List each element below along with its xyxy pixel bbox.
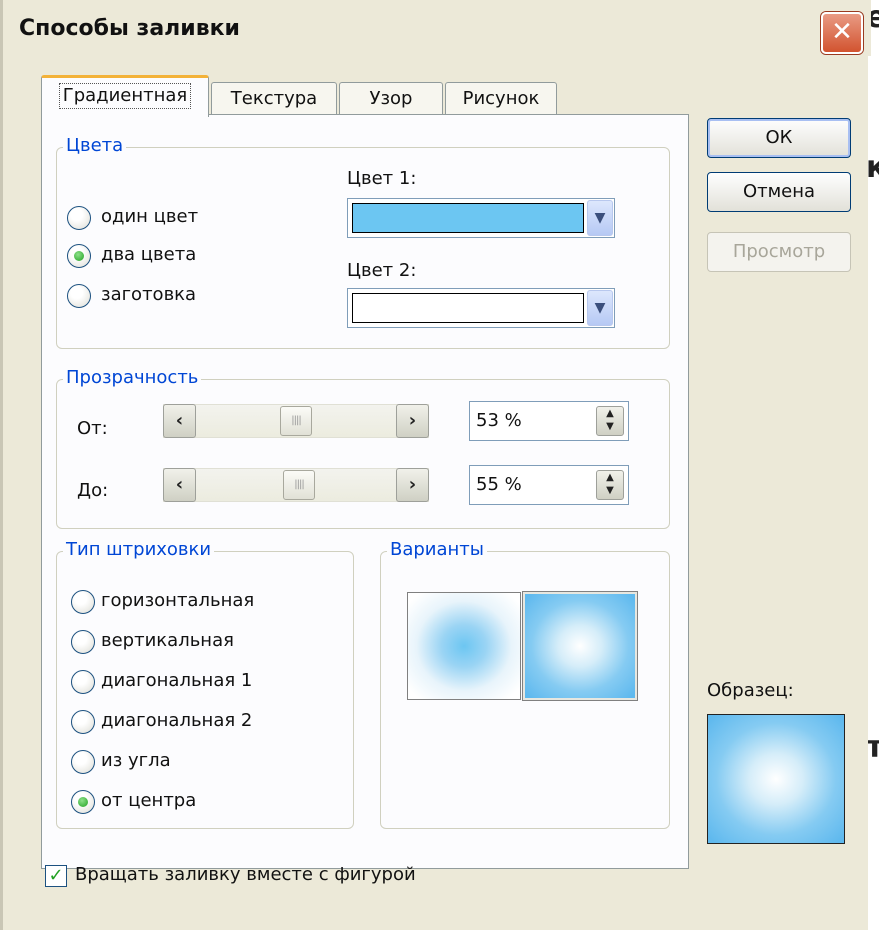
variants-legend: Варианты [387, 539, 487, 560]
tab-gradient-label: Градиентная [58, 83, 192, 109]
color2-dropdown[interactable]: ▼ [347, 288, 615, 328]
from-slider[interactable]: ‹ |||| › [163, 404, 429, 438]
tab-pattern[interactable]: Узор [339, 82, 443, 116]
radio-from-center-label[interactable]: от центра [101, 790, 196, 811]
sample-label: Образец: [707, 680, 794, 701]
dropdown-arrow-icon[interactable]: ▼ [587, 290, 613, 326]
colors-group: Цвета один цвет два цвета заготовка Цвет… [56, 135, 670, 349]
tab-gradient[interactable]: Градиентная [41, 75, 209, 117]
dropdown-arrow-icon[interactable]: ▼ [587, 200, 613, 236]
preview-button[interactable]: Просмотр [707, 232, 851, 272]
scroll-left-icon[interactable]: ‹ [163, 468, 196, 502]
radio-horizontal[interactable] [71, 590, 95, 614]
rotate-fill-label[interactable]: Вращать заливку вместе с фигурой [75, 864, 416, 885]
title-bar: Способы заливки ✕ [3, 0, 871, 56]
from-value: 53 % [476, 410, 522, 431]
color2-swatch [352, 293, 584, 323]
radio-diagonal-2-label[interactable]: диагональная 2 [101, 710, 252, 731]
to-value: 55 % [476, 474, 522, 495]
radio-horizontal-label[interactable]: горизонтальная [101, 590, 254, 611]
color1-swatch [352, 203, 584, 233]
to-label: До: [77, 480, 109, 501]
radio-two-colors-label[interactable]: два цвета [101, 244, 196, 265]
gradient-panel: Цвета один цвет два цвета заготовка Цвет… [41, 114, 689, 869]
radio-diagonal-1[interactable] [71, 670, 95, 694]
color1-label: Цвет 1: [347, 168, 417, 189]
variant-2[interactable] [523, 592, 637, 700]
spin-updown-icon[interactable]: ▲ ▼ [596, 470, 624, 500]
rotate-fill-checkbox[interactable]: ✓ [45, 865, 67, 887]
close-icon[interactable]: ✕ [821, 12, 863, 54]
from-label: От: [77, 418, 108, 439]
transparency-legend: Прозрачность [63, 367, 202, 388]
cancel-button[interactable]: Отмена [707, 172, 851, 212]
colors-legend: Цвета [63, 135, 127, 156]
radio-from-center[interactable] [71, 790, 95, 814]
color1-dropdown[interactable]: ▼ [347, 198, 615, 238]
radio-vertical[interactable] [71, 630, 95, 654]
radio-preset-label[interactable]: заготовка [101, 284, 196, 305]
checkmark-icon: ✓ [48, 865, 64, 886]
hatch-type-legend: Тип штриховки [63, 539, 215, 560]
color2-label: Цвет 2: [347, 260, 417, 281]
from-slider-thumb[interactable]: |||| [280, 406, 312, 436]
scroll-right-icon[interactable]: › [396, 404, 429, 438]
radio-preset[interactable] [67, 284, 91, 308]
to-spin-field[interactable]: 55 % ▲ ▼ [469, 465, 629, 505]
radio-one-color-label[interactable]: один цвет [101, 206, 198, 227]
radio-vertical-label[interactable]: вертикальная [101, 630, 234, 651]
scroll-left-icon[interactable]: ‹ [163, 404, 196, 438]
variants-group: Варианты [380, 539, 670, 829]
radio-one-color[interactable] [67, 206, 91, 230]
window-title: Способы заливки [19, 16, 240, 41]
fill-effects-dialog: Способы заливки ✕ Градиентная Текстура У… [0, 0, 871, 930]
spin-updown-icon[interactable]: ▲ ▼ [596, 406, 624, 436]
tab-texture[interactable]: Текстура [211, 82, 337, 116]
radio-diagonal-1-label[interactable]: диагональная 1 [101, 670, 252, 691]
radio-from-corner[interactable] [71, 750, 95, 774]
variant-1[interactable] [407, 592, 521, 700]
to-slider[interactable]: ‹ |||| › [163, 468, 429, 502]
radio-from-corner-label[interactable]: из угла [101, 750, 171, 771]
radio-two-colors[interactable] [67, 244, 91, 268]
hatch-type-group: Тип штриховки горизонтальная вертикальна… [56, 539, 354, 829]
transparency-group: Прозрачность От: ‹ |||| › 53 % ▲ ▼ До: ‹ … [56, 367, 670, 529]
to-slider-thumb[interactable]: |||| [283, 470, 315, 500]
scroll-right-icon[interactable]: › [396, 468, 429, 502]
from-spin-field[interactable]: 53 % ▲ ▼ [469, 401, 629, 441]
radio-diagonal-2[interactable] [71, 710, 95, 734]
ok-button[interactable]: ОК [707, 118, 851, 158]
tab-picture[interactable]: Рисунок [445, 82, 557, 116]
sample-preview [707, 714, 845, 844]
